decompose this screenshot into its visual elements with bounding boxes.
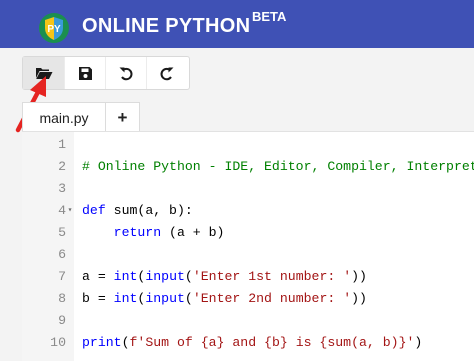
code-line[interactable]: 1: [22, 134, 474, 156]
beta-badge: BETA: [252, 9, 287, 24]
logo-text: PY: [47, 24, 61, 35]
code-token: # Online Python - IDE, Editor, Compiler,…: [82, 159, 474, 174]
line-number: 9: [58, 313, 66, 328]
app-title[interactable]: ONLINE PYTHON: [82, 14, 250, 38]
code-token: print: [82, 335, 122, 350]
code-token: input: [145, 291, 185, 306]
undo-button[interactable]: [105, 57, 146, 89]
code-text: def sum(a, b):: [82, 200, 193, 222]
code-token: int: [113, 269, 138, 284]
code-text: print(f'Sum of {a} and {b} is {sum(a, b)…: [82, 332, 422, 354]
line-number: 8: [58, 291, 66, 306]
line-number: 7: [58, 269, 66, 284]
save-button[interactable]: [64, 57, 105, 89]
tab-main-py[interactable]: main.py: [22, 102, 106, 132]
file-tabs: main.py +: [22, 102, 140, 132]
code-line[interactable]: 10 print(f'Sum of {a} and {b} is {sum(a, …: [22, 332, 474, 354]
code-token: ): [414, 335, 423, 350]
code-text: b = int(input('Enter 2nd number: ')): [82, 288, 367, 310]
code-token: (: [184, 291, 193, 306]
add-tab-button[interactable]: +: [106, 102, 140, 132]
code-line[interactable]: 9: [22, 310, 474, 332]
line-number: 2: [58, 159, 66, 174]
code-token: (: [184, 269, 193, 284]
line-number: 3: [58, 181, 66, 196]
line-number: 4: [58, 203, 66, 218]
line-number: 10: [50, 335, 66, 350]
tab-label: main.py: [39, 109, 89, 126]
code-token: sum(a, b):: [105, 203, 193, 218]
line-number: 1: [58, 137, 66, 152]
code-token: a =: [82, 269, 114, 284]
code-line[interactable]: 2 # Online Python - IDE, Editor, Compiler…: [22, 156, 474, 178]
app-header: PY ONLINE PYTHON BETA: [0, 0, 474, 48]
code-text: return (a + b): [82, 222, 225, 244]
code-token: 'Enter 1st number: ': [192, 269, 352, 284]
code-token: f'Sum of {a} and {b} is {sum(a, b)}': [129, 335, 415, 350]
line-number: 5: [58, 225, 66, 240]
plus-icon: +: [117, 107, 128, 127]
code-line[interactable]: 6: [22, 244, 474, 266]
code-token: return: [113, 225, 162, 240]
code-editor[interactable]: 1 2 # Online Python - IDE, Editor, Compile…: [22, 131, 474, 361]
code-token: 'Enter 2nd number: ': [192, 291, 352, 306]
line-number: 6: [58, 247, 66, 262]
python-logo-icon[interactable]: PY: [38, 12, 70, 44]
code-line[interactable]: 3: [22, 178, 474, 200]
code-token: def: [82, 203, 106, 218]
undo-icon: [119, 67, 133, 81]
code-token: b =: [82, 291, 114, 306]
code-line[interactable]: 4 ▾ def sum(a, b):: [22, 200, 474, 222]
code-token: (a + b): [161, 225, 225, 240]
code-line[interactable]: 7a = int(input('Enter 1st number: ')): [22, 266, 474, 288]
code-token: )): [351, 269, 367, 284]
code-line[interactable]: 5 return (a + b): [22, 222, 474, 244]
redo-button[interactable]: [146, 57, 187, 89]
redo-icon: [160, 67, 174, 81]
code-token: input: [145, 269, 185, 284]
floppy-disk-icon: [78, 66, 92, 80]
code-token: (: [121, 335, 130, 350]
code-line[interactable]: 8b = int(input('Enter 2nd number: ')): [22, 288, 474, 310]
code-text: a = int(input('Enter 1st number: ')): [82, 266, 367, 288]
fold-toggle-icon[interactable]: ▾: [66, 200, 74, 222]
code-token: )): [351, 291, 367, 306]
code-token: int: [113, 291, 138, 306]
code-text: # Online Python - IDE, Editor, Compiler,…: [82, 156, 474, 178]
